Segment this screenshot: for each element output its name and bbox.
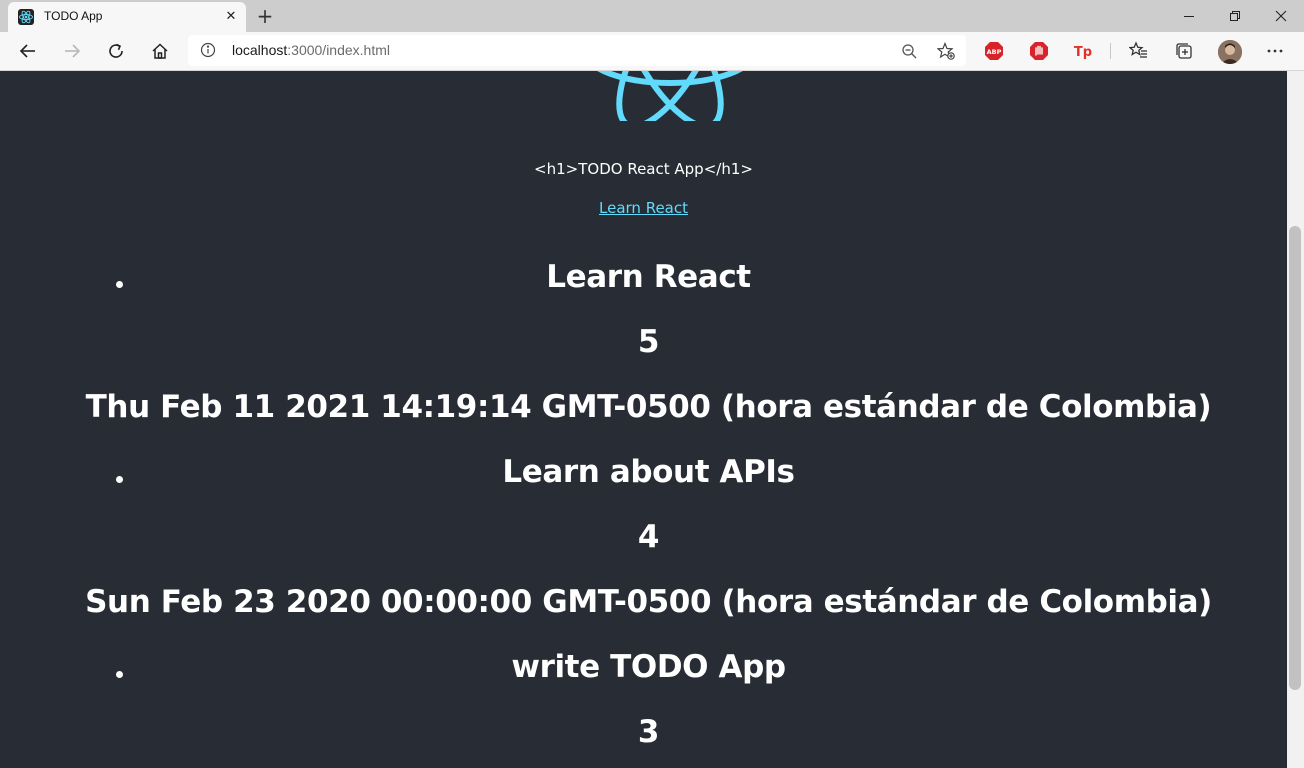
scrollbar-thumb[interactable]: [1289, 226, 1301, 690]
todo-title: Learn about APIs: [502, 454, 795, 490]
site-info-icon[interactable]: [200, 42, 216, 58]
tp-extension-icon[interactable]: Tp: [1073, 41, 1093, 61]
todo-date: Sun Feb 23 2020 00:00:00 GMT-0500 (hora …: [85, 584, 1212, 620]
forward-arrow-icon[interactable]: [58, 37, 86, 65]
back-arrow-icon[interactable]: [14, 37, 42, 65]
tab-bar: TODO App ✕ +: [0, 0, 1304, 32]
more-options-icon[interactable]: [1265, 41, 1285, 61]
todo-priority: 5: [637, 324, 660, 360]
toolbar-divider: [1110, 43, 1111, 59]
stop-hand-extension-icon[interactable]: [1029, 41, 1049, 61]
app-heading-text: <h1>TODO React App</h1>: [534, 160, 753, 178]
react-logo-icon: [580, 71, 760, 130]
todo-priority: 3: [637, 714, 660, 750]
url-path: :3000/index.html: [287, 42, 390, 58]
url-text[interactable]: localhost:3000/index.html: [232, 42, 390, 58]
tab-title: TODO App: [44, 9, 103, 23]
favorites-icon[interactable]: [1129, 41, 1149, 61]
collections-icon[interactable]: [1174, 41, 1194, 61]
learn-react-link[interactable]: Learn React: [599, 199, 688, 217]
todo-priority: 4: [637, 519, 660, 555]
home-icon[interactable]: [146, 37, 174, 65]
new-tab-button[interactable]: +: [254, 5, 276, 27]
minimize-icon[interactable]: [1166, 0, 1212, 32]
svg-text:Tp: Tp: [1074, 45, 1092, 60]
navigation-bar: localhost:3000/index.html ABP Tp: [0, 32, 1304, 71]
zoom-out-icon[interactable]: [899, 41, 919, 61]
add-favorite-icon[interactable]: [936, 41, 956, 61]
adblock-plus-icon[interactable]: ABP: [984, 41, 1004, 61]
todo-title: Learn React: [546, 259, 751, 295]
address-bar[interactable]: localhost:3000/index.html: [188, 35, 966, 66]
todo-title: write TODO App: [511, 649, 786, 685]
page-viewport: <h1>TODO React App</h1> Learn React Lear…: [0, 71, 1287, 768]
restore-icon[interactable]: [1212, 0, 1258, 32]
browser-tab[interactable]: TODO App ✕: [8, 2, 246, 32]
tab-close-icon[interactable]: ✕: [221, 7, 241, 27]
profile-avatar[interactable]: [1218, 40, 1242, 64]
url-host: localhost: [232, 42, 288, 58]
close-window-icon[interactable]: [1258, 0, 1304, 32]
react-favicon-icon: [18, 9, 34, 25]
learn-react-link-container: Learn React: [0, 199, 1287, 217]
svg-text:ABP: ABP: [987, 48, 1002, 56]
todo-date: Thu Feb 11 2021 14:19:14 GMT-0500 (hora …: [85, 389, 1212, 425]
reload-icon[interactable]: [102, 37, 130, 65]
